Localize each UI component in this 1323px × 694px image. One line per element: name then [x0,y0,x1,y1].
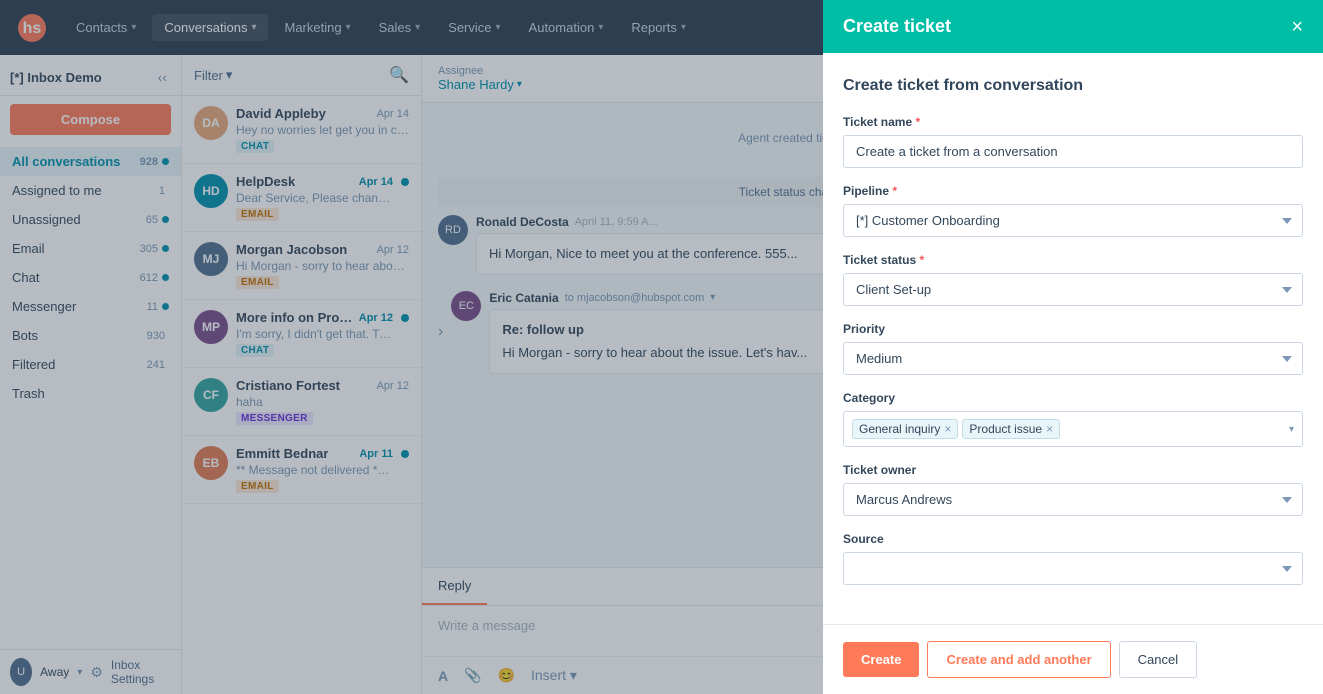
category-label: Category [843,391,1303,405]
ticket-status-label: Ticket status * [843,253,1303,267]
create-and-add-another-button[interactable]: Create and add another [927,641,1110,678]
remove-general-inquiry[interactable]: × [944,423,951,435]
category-tag-general-inquiry: General inquiry × [852,419,958,439]
modal-title: Create ticket [843,16,951,37]
ticket-name-input[interactable] [843,135,1303,168]
ticket-name-group: Ticket name * [843,115,1303,168]
create-button[interactable]: Create [843,642,919,677]
category-group: Category General inquiry × Product issue… [843,391,1303,447]
priority-label: Priority [843,322,1303,336]
ticket-name-label: Ticket name * [843,115,1303,129]
category-field[interactable]: General inquiry × Product issue × ▾ [843,411,1303,447]
source-label: Source [843,532,1303,546]
ticket-status-select[interactable]: Client Set-up [843,273,1303,306]
close-button[interactable]: × [1291,17,1303,37]
pipeline-label: Pipeline * [843,184,1303,198]
create-ticket-modal: Create ticket × Create ticket from conve… [823,0,1323,694]
modal-header: Create ticket × [823,0,1323,53]
modal-subtitle: Create ticket from conversation [843,77,1303,95]
ticket-owner-label: Ticket owner [843,463,1303,477]
priority-select[interactable]: Medium [843,342,1303,375]
modal-body: Create ticket from conversation Ticket n… [823,53,1323,624]
pipeline-group: Pipeline * [*] Customer Onboarding [843,184,1303,237]
ticket-owner-select[interactable]: Marcus Andrews [843,483,1303,516]
cancel-button[interactable]: Cancel [1119,641,1197,678]
remove-product-issue[interactable]: × [1046,423,1053,435]
modal-footer: Create Create and add another Cancel [823,624,1323,694]
source-group: Source [843,532,1303,585]
ticket-owner-group: Ticket owner Marcus Andrews [843,463,1303,516]
source-select[interactable] [843,552,1303,585]
modal-overlay: Create ticket × Create ticket from conve… [0,0,1323,694]
pipeline-select[interactable]: [*] Customer Onboarding [843,204,1303,237]
ticket-status-group: Ticket status * Client Set-up [843,253,1303,306]
chevron-down-icon: ▾ [1289,424,1294,435]
category-tag-product-issue: Product issue × [962,419,1060,439]
priority-group: Priority Medium [843,322,1303,375]
